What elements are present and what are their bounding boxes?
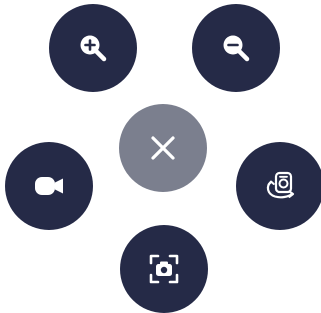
radial-action-menu [0,0,321,313]
zoom-in-button[interactable] [49,4,137,92]
zoom-out-icon [223,35,250,62]
close-button[interactable] [119,104,207,192]
video-camera-icon [35,177,63,195]
capture-button[interactable] [120,225,208,313]
screenshot-capture-icon [149,254,179,284]
zoom-in-icon [80,35,107,62]
video-button[interactable] [5,142,93,230]
rotate-camera-icon [266,171,295,199]
zoom-out-button[interactable] [192,4,280,92]
close-icon [151,136,175,160]
rotate-camera-button[interactable] [236,142,321,230]
